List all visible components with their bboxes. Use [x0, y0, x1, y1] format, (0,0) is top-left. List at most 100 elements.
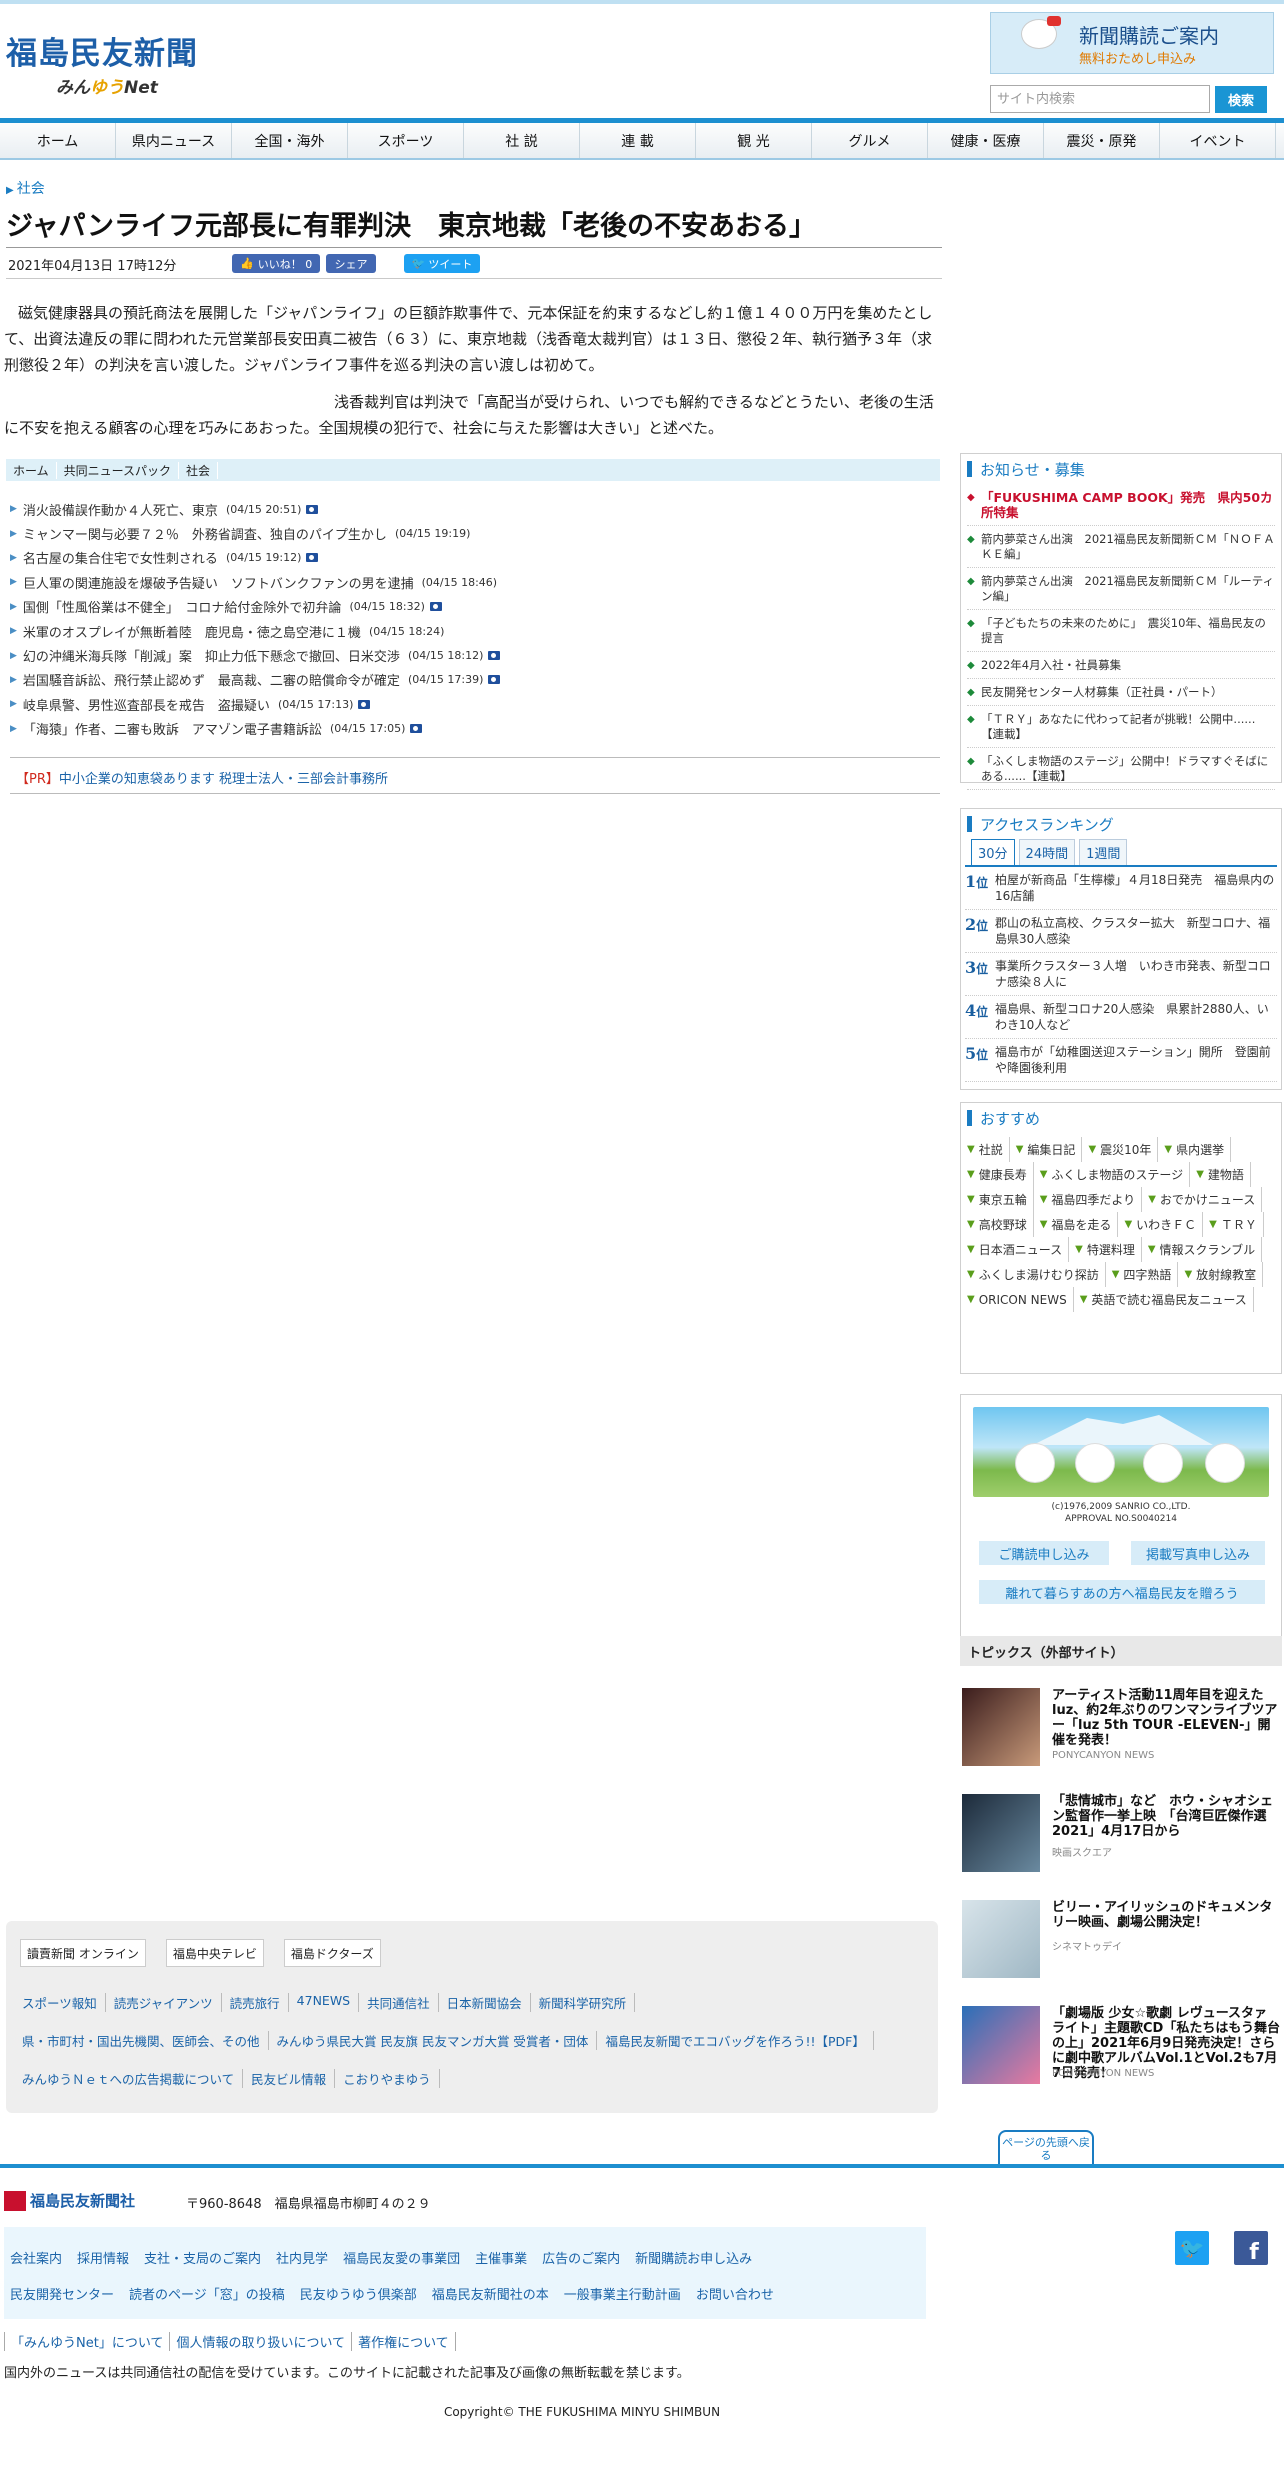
nav-item[interactable]: 県内ニュース — [116, 123, 232, 158]
partner-link[interactable]: 新聞科学研究所 — [531, 1993, 636, 2012]
related-news-item[interactable]: ▶ ミャンマー関与必要７２％ 外務省調査、独自のパイプ生かし (04/15 19:1… — [10, 521, 940, 545]
recommend-tag[interactable]: 編集日記 — [1016, 1137, 1083, 1162]
tweet-button[interactable]: 🐦 ツイート — [404, 254, 480, 273]
topic-thumbnail[interactable] — [962, 2006, 1040, 2084]
site-logo[interactable]: 福島民友新聞 みんゆうNet — [6, 28, 216, 98]
topic-item[interactable]: 「悲情城市」など ホウ・シャオシェン監督作一挙上映 「台湾巨匠傑作選2021」4… — [962, 1794, 1282, 1876]
recommend-tag[interactable]: 震災10年 — [1088, 1137, 1159, 1162]
nav-item[interactable]: ホーム — [0, 123, 116, 158]
site-search-input[interactable] — [990, 85, 1210, 113]
recommend-tag[interactable]: 四字熟語 — [1112, 1262, 1179, 1287]
partner-link[interactable]: 47NEWS — [289, 1993, 360, 2012]
policy-link[interactable]: 個人情報の取り扱いについて — [169, 2332, 351, 2351]
related-news-item[interactable]: ▶ 岩国騒音訴訟、飛行禁止認めず 最高裁、二審の賠償命令が確定 (04/15 17:… — [10, 668, 940, 692]
gift-subscription-button[interactable]: 離れて暮らすあの方へ福島民友を贈ろう — [979, 1580, 1265, 1604]
notice-item[interactable]: 2022年4月入社・社員募集 — [967, 652, 1275, 679]
partner-link[interactable]: スポーツ報知 — [14, 1993, 106, 2012]
recommend-tag[interactable]: 英語で読む福島民友ニュース — [1080, 1287, 1254, 1312]
facebook-icon[interactable]: f — [1234, 2231, 1268, 2265]
footer-company-logo[interactable]: 福島民友新聞社 — [4, 2190, 135, 2211]
ranking-item[interactable]: 1位 柏屋が新商品「生檸檬」４月18日発売 福島県内の16店舗 — [965, 867, 1277, 910]
pr-link[interactable]: 【PR】中小企業の知恵袋あります 税理士法人・三部会計事務所 — [16, 768, 388, 787]
nav-item[interactable]: 観 光 — [696, 123, 812, 158]
partner-link[interactable]: みんゆう県民大賞 民友旗 民友マンガ大賞 受賞者・団体 — [269, 2031, 598, 2050]
footer-link[interactable]: 会社案内 — [10, 2248, 62, 2267]
topic-thumbnail[interactable] — [962, 1900, 1040, 1978]
ranking-tab[interactable]: 1週間 — [1079, 839, 1128, 865]
footer-link[interactable]: お問い合わせ — [696, 2284, 774, 2303]
related-crumb[interactable]: 社会 — [179, 461, 219, 479]
nav-item[interactable]: スポーツ — [348, 123, 464, 158]
nav-item[interactable]: 震災・原発 — [1044, 123, 1160, 158]
partner-link[interactable]: 福島民友新聞でエコバッグを作ろう!!【PDF】 — [597, 2031, 874, 2050]
notice-item[interactable]: 箭内夢菜さん出演 2021福島民友新聞新ＣＭ「ＮＯＦＡＫＥ編」 — [967, 526, 1275, 568]
page-top-button[interactable]: ページの先頭へ戻る — [998, 2130, 1094, 2166]
related-news-item[interactable]: ▶ 幻の沖縄米海兵隊「削減」案 抑止力低下懸念で撤回、日米交渉 (04/15 18:… — [10, 643, 940, 667]
recommend-tag[interactable]: 情報スクランブル — [1148, 1237, 1263, 1262]
subscription-promo-banner[interactable]: 新聞購読ご案内 無料おためし申込み — [990, 12, 1274, 74]
related-news-item[interactable]: ▶ 消火設備誤作動か４人死亡、東京 (04/15 20:51) — [10, 497, 940, 521]
footer-link[interactable]: 民友開発センター — [10, 2284, 114, 2303]
related-news-item[interactable]: ▶ 国側「性風俗業は不健全」 コロナ給付金除外で初弁論 (04/15 18:32) — [10, 595, 940, 619]
partner-link[interactable]: 民友ビル情報 — [243, 2069, 336, 2088]
notice-item[interactable]: 民友開発センター人材募集（正社員・パート） — [967, 679, 1275, 706]
nav-item[interactable]: イベント — [1160, 123, 1276, 158]
ranking-item[interactable]: 4位 福島県、新型コロナ20人感染 県累計2880人、いわき10人など — [965, 996, 1277, 1039]
recommend-tag[interactable]: ふくしま物語のステージ — [1040, 1162, 1191, 1187]
photo-apply-button[interactable]: 掲載写真申し込み — [1131, 1541, 1265, 1565]
recommend-tag[interactable]: おでかけニュース — [1148, 1187, 1263, 1212]
partner-link[interactable]: 日本新聞協会 — [439, 1993, 531, 2012]
notice-item[interactable]: 「ふくしま物語のステージ」公開中！ドラマすぐそばにある......【連載】 — [967, 748, 1275, 790]
ranking-item[interactable]: 2位 郡山の私立高校、クラスター拡大 新型コロナ、福島県30人感染 — [965, 910, 1277, 953]
nav-item[interactable]: 健康・医療 — [928, 123, 1044, 158]
footer-link[interactable]: 主催事業 — [475, 2248, 527, 2267]
related-news-item[interactable]: ▶ 「海猿」作者、二審も敗訴 アマゾン電子書籍訴訟 (04/15 17:05) — [10, 717, 940, 741]
recommend-tag[interactable]: 県内選挙 — [1164, 1137, 1232, 1162]
footer-link[interactable]: 読者のページ「窓」の投稿 — [129, 2284, 285, 2303]
recommend-tag[interactable]: 東京五輪 — [967, 1187, 1034, 1212]
partner-link[interactable]: 共同通信社 — [359, 1993, 439, 2012]
recommend-tag[interactable]: 福島四季だより — [1040, 1187, 1143, 1212]
recommend-tag[interactable]: 高校野球 — [967, 1212, 1034, 1237]
partner-logo[interactable]: 讀賣新聞 オンライン — [20, 1939, 146, 1967]
partner-link[interactable]: 読売ジャイアンツ — [106, 1993, 222, 2012]
related-news-item[interactable]: ▶ 岐阜県警、男性巡査部長を戒告 盗撮疑い (04/15 17:13) — [10, 692, 940, 716]
related-news-item[interactable]: ▶ 巨人軍の関連施設を爆破予告疑い ソフトバンクファンの男を逮捕 (04/15 18… — [10, 570, 940, 594]
partner-logo[interactable]: 福島中央テレビ — [165, 1939, 264, 1967]
related-crumb[interactable]: 共同ニュースパック — [57, 461, 180, 479]
recommend-tag[interactable]: いわきＦＣ — [1124, 1212, 1204, 1237]
twitter-icon[interactable]: 🐦 — [1175, 2231, 1209, 2265]
ranking-tab[interactable]: 24時間 — [1018, 839, 1076, 865]
policy-link[interactable]: 「みんゆうNet」について — [4, 2332, 169, 2351]
subscribe-apply-button[interactable]: ご購読申し込み — [979, 1541, 1109, 1565]
footer-link[interactable]: 一般事業主行動計画 — [564, 2284, 681, 2303]
recommend-tag[interactable]: ＴＲＹ — [1209, 1212, 1264, 1237]
related-news-item[interactable]: ▶ 米軍のオスプレイが無断着陸 鹿児島・徳之島空港に１機 (04/15 18:24) — [10, 619, 940, 643]
notice-item[interactable]: 「FUKUSHIMA CAMP BOOK」発売 県内50カ所特集 — [967, 484, 1275, 526]
recommend-tag[interactable]: 建物語 — [1196, 1162, 1251, 1187]
partner-link[interactable]: 県・市町村・国出先機関、医師会、その他 — [14, 2031, 269, 2050]
ranking-item[interactable]: 3位 事業所クラスター３人増 いわき市発表、新型コロナ感染８人に — [965, 953, 1277, 996]
ranking-item[interactable]: 5位 福島市が「幼稚園送迎ステーション」開所 登園前や降園後利用 — [965, 1039, 1277, 1082]
recommend-tag[interactable]: ふくしま湯けむり探訪 — [967, 1262, 1106, 1287]
topic-item[interactable]: アーティスト活動11周年目を迎えたluz、約2年ぶりのワンマンライブツアー「lu… — [962, 1688, 1282, 1770]
facebook-share-button[interactable]: シェア — [326, 254, 376, 273]
recommend-tag[interactable]: 放射線教室 — [1184, 1262, 1264, 1287]
related-news-item[interactable]: ▶ 名古屋の集合住宅で女性刺される (04/15 19:12) — [10, 546, 940, 570]
topic-item[interactable]: 「劇場版 少女☆歌劇 レヴュースタァライト」主題歌CD「私たちはもう舞台の上」2… — [962, 2006, 1282, 2088]
topic-thumbnail[interactable] — [962, 1688, 1040, 1766]
footer-link[interactable]: 民友ゆうゆう倶楽部 — [300, 2284, 417, 2303]
recommend-tag[interactable]: 日本酒ニュース — [967, 1237, 1070, 1262]
search-button[interactable]: 検索 — [1215, 86, 1267, 113]
related-crumb[interactable]: ホーム — [6, 461, 57, 479]
recommend-tag[interactable]: 社説 — [967, 1137, 1010, 1162]
recommend-tag[interactable]: 健康長寿 — [967, 1162, 1034, 1187]
policy-link[interactable]: 著作権について — [351, 2332, 456, 2351]
footer-link[interactable]: 支社・支局のご案内 — [144, 2248, 261, 2267]
footer-link[interactable]: 社内見学 — [276, 2248, 328, 2267]
facebook-like-button[interactable]: 👍 いいね！ 0 — [232, 254, 320, 273]
partner-link[interactable]: こおりやまゆう — [335, 2069, 440, 2088]
partner-logo[interactable]: 福島ドクターズ — [283, 1939, 381, 1967]
hello-kitty-banner-image[interactable] — [973, 1407, 1269, 1497]
topic-item[interactable]: ビリー・アイリッシュのドキュメンタリー映画、劇場公開決定！ シネマトゥデイ — [962, 1900, 1282, 1982]
